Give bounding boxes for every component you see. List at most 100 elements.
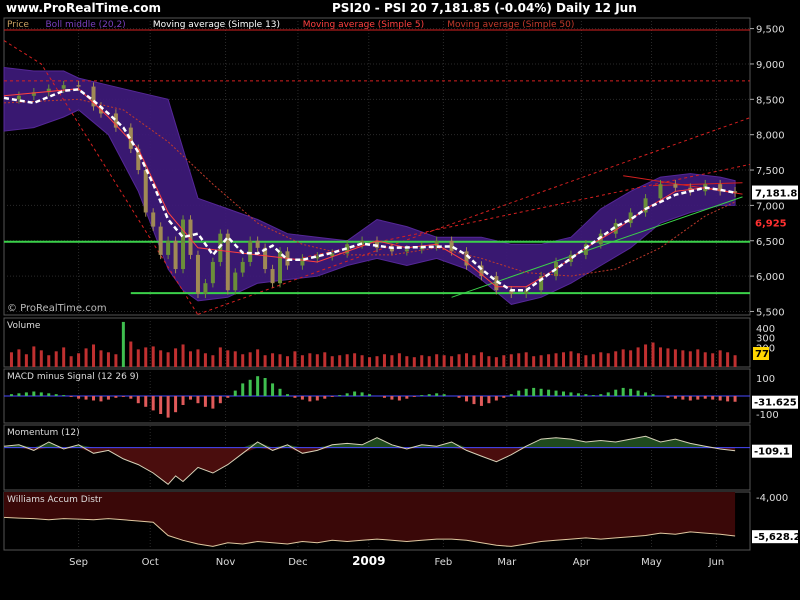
volume-bar — [412, 357, 416, 367]
macd-bar — [562, 391, 565, 396]
macd-bar — [323, 396, 327, 399]
candle-body — [210, 261, 215, 284]
volume-bar — [241, 354, 245, 367]
macd-bar — [390, 396, 394, 400]
volume-bar — [718, 350, 722, 367]
macd-bar — [54, 394, 58, 396]
macd-bar — [203, 396, 207, 407]
macd-bar — [136, 396, 140, 404]
x-tick-label: May — [641, 557, 662, 568]
macd-bar — [629, 388, 633, 396]
volume-bar — [32, 346, 36, 367]
macd-bar — [330, 396, 334, 397]
volume-bar — [144, 347, 148, 367]
volume-bar — [465, 353, 469, 367]
volume-bar — [591, 354, 595, 367]
momentum-last-label: -109.1 — [754, 447, 790, 458]
volume-bar — [77, 353, 81, 367]
volume-bar — [472, 355, 476, 367]
macd-bar — [256, 376, 260, 396]
volume-bar — [494, 357, 498, 367]
volume-bar — [487, 356, 491, 367]
macd-bar — [106, 396, 110, 400]
volume-bar — [532, 356, 536, 367]
momentum-title: Momentum (12) — [7, 428, 80, 438]
macd-bar — [711, 396, 715, 400]
volume-bar — [323, 352, 327, 367]
volume-bar — [658, 347, 662, 367]
legend-entry: Boll middle (20,2) — [46, 20, 126, 30]
chart-canvas[interactable]: Sep Oct Nov Dec 2009 Feb Mar Apr May Jun 5,500 6,00… — [0, 0, 800, 600]
macd-bar — [397, 396, 401, 401]
volume-bar — [62, 347, 66, 367]
volume-bar — [584, 355, 588, 367]
price-y-tick-label: 6,000 — [756, 272, 785, 283]
candle-body — [76, 85, 81, 87]
macd-bar — [181, 396, 185, 405]
volume-bar — [226, 350, 230, 367]
macd-bar — [591, 395, 595, 396]
candle-body — [449, 240, 454, 252]
volume-bar — [129, 341, 133, 367]
legend-entry: Moving average (Simple 13) — [153, 20, 280, 30]
volume-bar — [614, 351, 618, 367]
candle-body — [404, 249, 409, 252]
macd-bar — [539, 388, 543, 396]
volume-bar — [711, 353, 715, 367]
macd-bar — [666, 396, 670, 398]
volume-bar — [457, 354, 461, 367]
candle-body — [255, 240, 260, 248]
volume-bar — [121, 321, 125, 367]
macd-bar — [487, 396, 491, 404]
volume-bar — [629, 350, 633, 367]
volume-bar — [285, 356, 289, 367]
candle-body — [166, 240, 171, 255]
price-y-tick-label: 6,500 — [756, 237, 785, 248]
macd-bar — [532, 387, 536, 396]
candle-body — [151, 212, 156, 227]
macd-bar — [241, 383, 245, 396]
volume-bar — [524, 352, 528, 367]
volume-bar — [651, 342, 655, 367]
volume-bar — [621, 349, 625, 367]
macd-bar — [32, 391, 36, 396]
volume-bar — [92, 344, 96, 367]
volume-bar — [547, 354, 551, 367]
volume-bar — [271, 353, 275, 367]
volume-bar — [196, 349, 200, 367]
macd-bar — [606, 392, 610, 396]
candle-body — [658, 184, 663, 199]
macd-bar — [494, 396, 498, 401]
price-marker-label: 6,925 — [755, 219, 787, 230]
macd-bar — [517, 390, 521, 396]
candle-body — [248, 240, 253, 262]
macd-bar — [99, 396, 103, 402]
legend-entry: Moving average (Simple 50) — [447, 20, 574, 30]
volume-bar — [666, 348, 670, 367]
macd-bar — [263, 378, 267, 396]
volume-bar — [233, 351, 237, 367]
volume-bar — [509, 354, 513, 367]
volume-bar — [99, 350, 103, 367]
volume-bar — [211, 355, 215, 367]
macd-bar — [673, 396, 677, 399]
macd-bar — [621, 387, 625, 396]
x-tick-label: Sep — [69, 557, 88, 568]
macd-bar — [368, 394, 372, 396]
macd-bar — [479, 396, 483, 406]
volume-bar — [54, 351, 58, 367]
macd-bar — [39, 392, 43, 396]
macd-bar — [308, 396, 312, 402]
volume-bar — [159, 350, 163, 367]
volume-bar — [248, 352, 252, 367]
x-tick-label: Oct — [142, 557, 159, 568]
macd-bar — [703, 396, 707, 399]
candle-body — [270, 269, 275, 284]
bollinger-band — [3, 66, 736, 305]
candle-body — [233, 272, 238, 291]
macd-bar — [278, 388, 282, 396]
macd-bar — [547, 389, 551, 396]
volume-bar — [599, 352, 603, 367]
macd-bar — [599, 394, 603, 396]
volume-bar — [203, 353, 207, 367]
